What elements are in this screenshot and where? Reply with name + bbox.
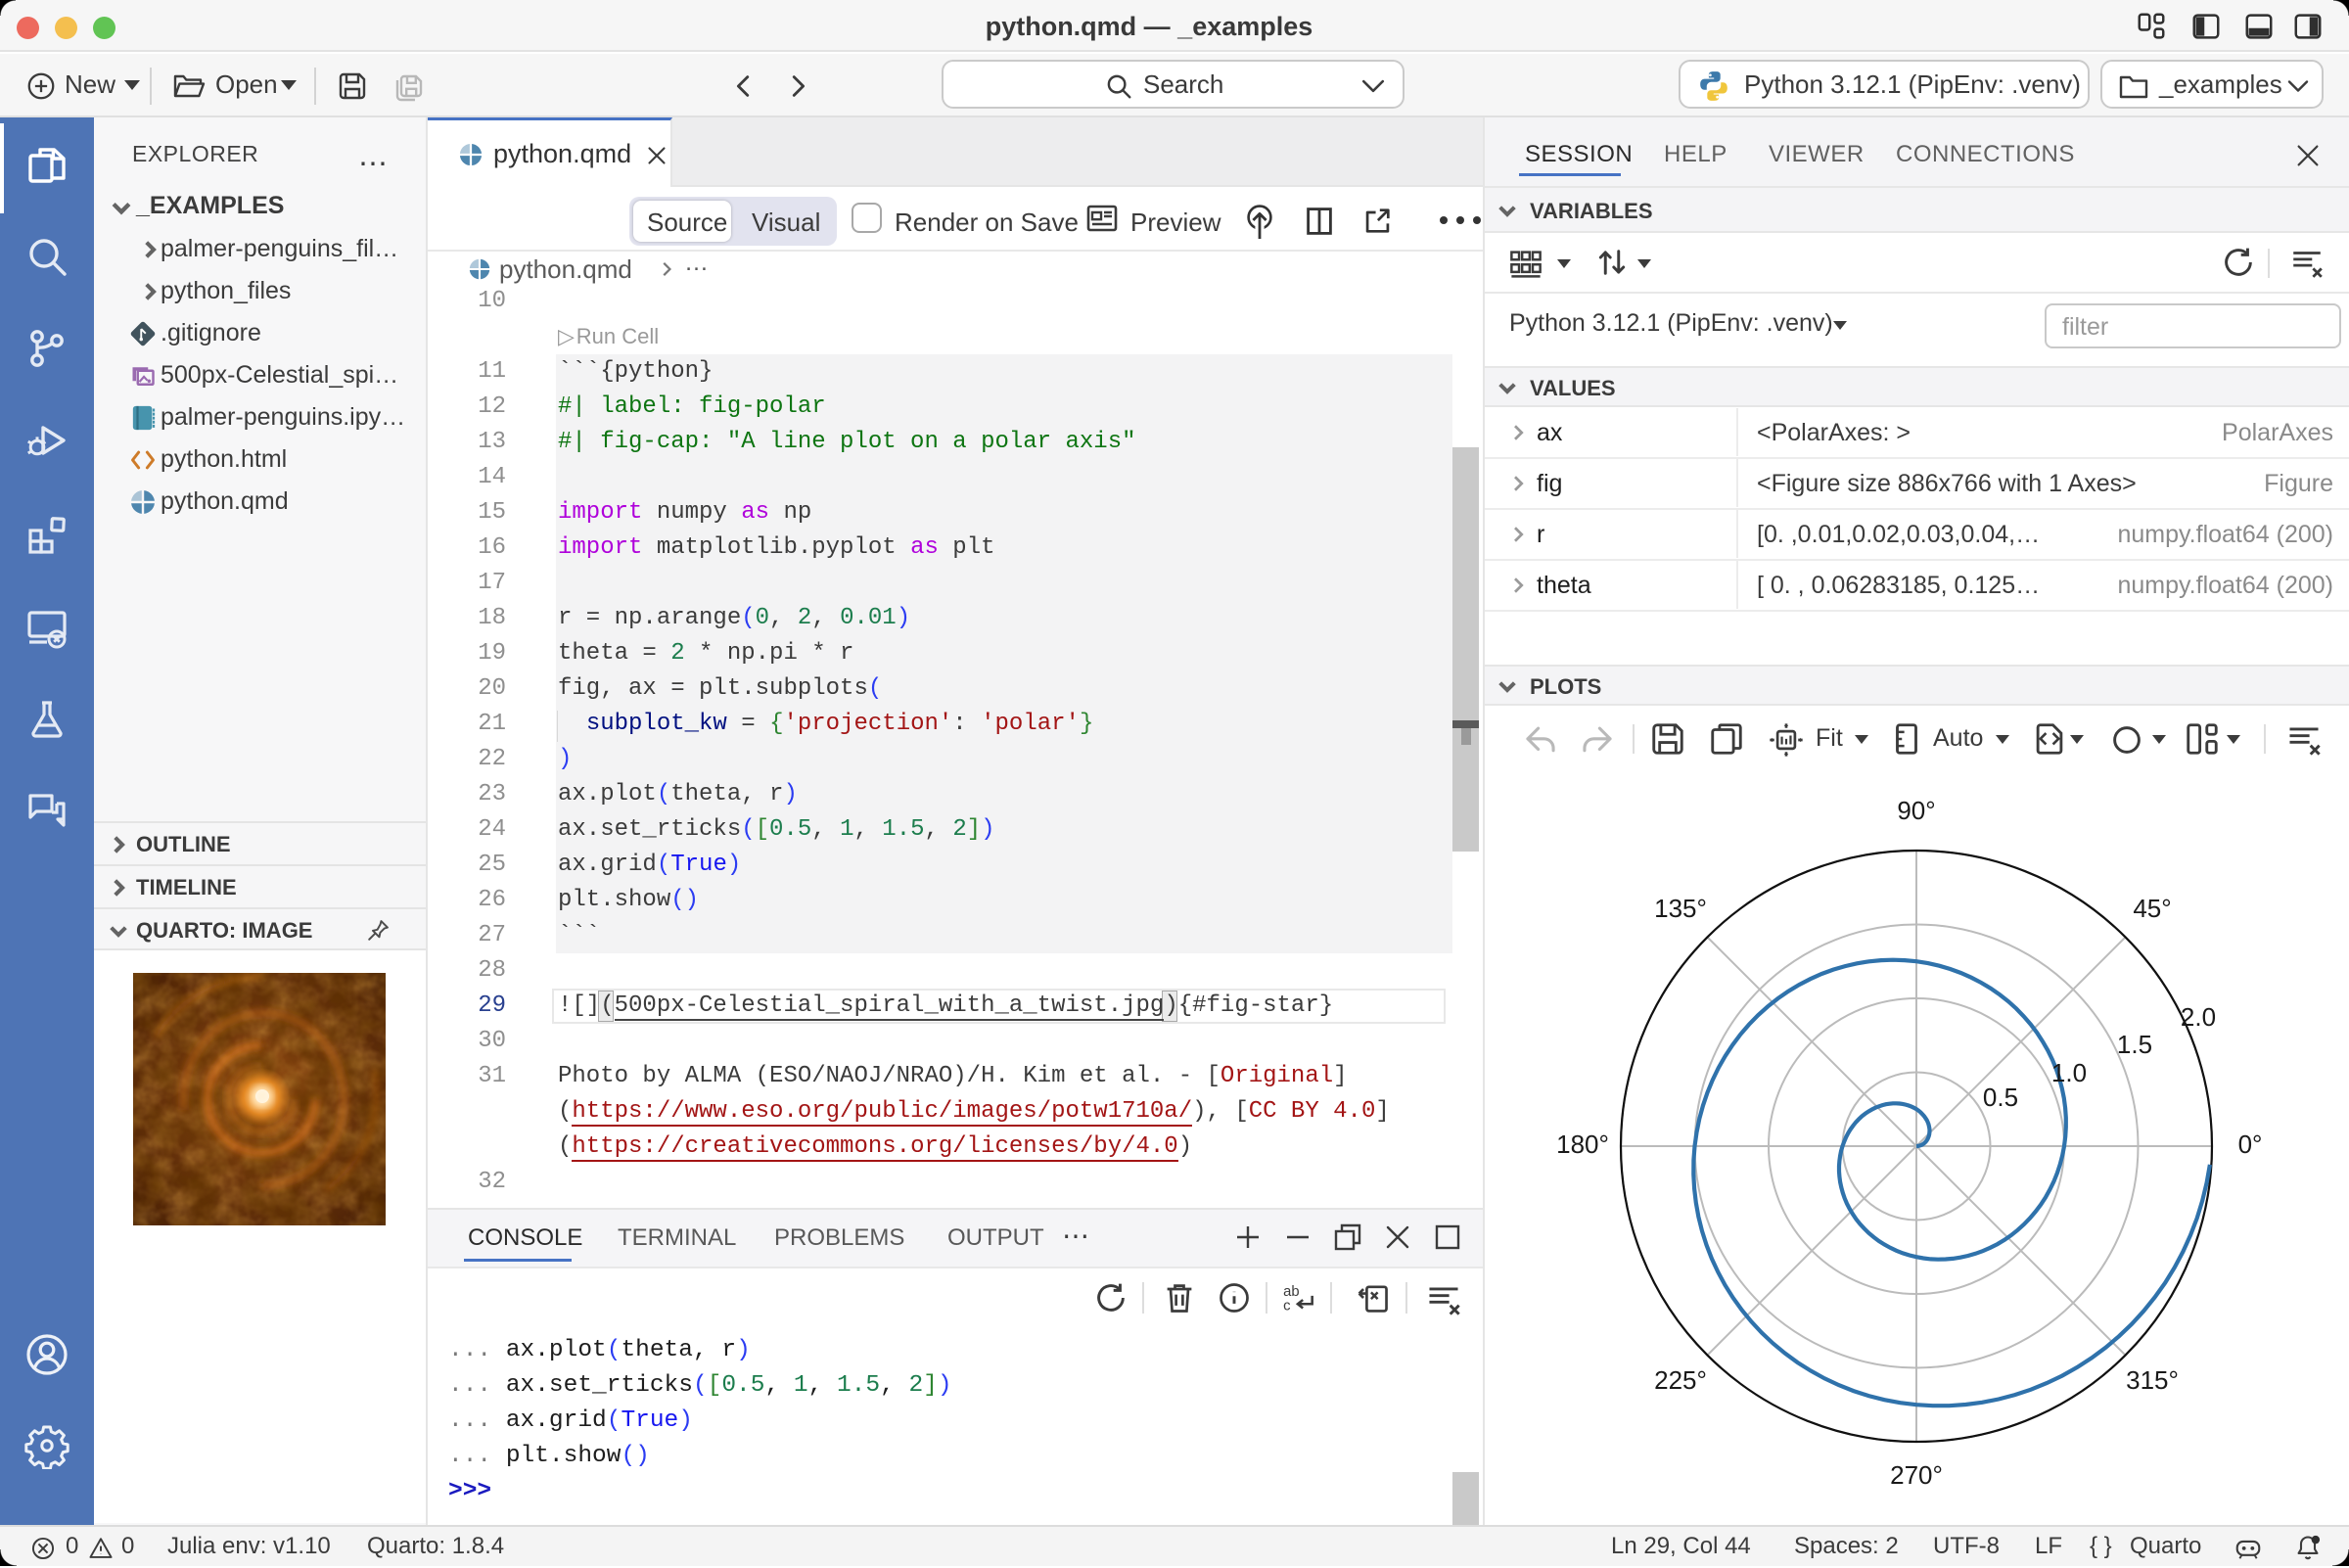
svg-text:0°: 0° bbox=[2238, 1130, 2263, 1159]
svg-text:315°: 315° bbox=[2126, 1365, 2179, 1395]
svg-text:0.5: 0.5 bbox=[1983, 1083, 2018, 1112]
svg-text:180°: 180° bbox=[1556, 1130, 1609, 1159]
svg-text:225°: 225° bbox=[1654, 1365, 1707, 1395]
svg-text:135°: 135° bbox=[1654, 894, 1707, 923]
svg-text:c: c bbox=[1283, 1299, 1290, 1314]
svg-text:ab: ab bbox=[1283, 1284, 1299, 1300]
svg-text:270°: 270° bbox=[1890, 1460, 1943, 1490]
svg-text:45°: 45° bbox=[2133, 894, 2171, 923]
svg-text:90°: 90° bbox=[1897, 796, 1935, 825]
svg-text:2.0: 2.0 bbox=[2181, 1002, 2216, 1032]
svg-text:1.0: 1.0 bbox=[2051, 1058, 2087, 1087]
svg-text:1.5: 1.5 bbox=[2117, 1030, 2152, 1059]
